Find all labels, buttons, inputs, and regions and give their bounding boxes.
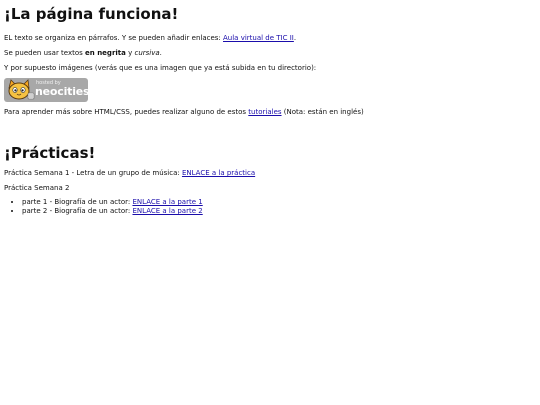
part2-text: parte 2 - Biografía de un actor: [22, 207, 133, 215]
aula-virtual-link[interactable]: Aula virtual de TIC II [223, 34, 294, 42]
tutoriales-link[interactable]: tutoriales [248, 108, 281, 116]
intro-text-end: . [293, 34, 297, 42]
intro-text: EL texto se organiza en párrafos. Y se p… [4, 34, 224, 42]
week2-paragraph: Práctica Semana 2 [4, 184, 70, 192]
styles-paragraph: Se pueden usar textos en negrita y cursi… [4, 49, 540, 58]
tutorials-paragraph: Para aprender más sobre HTML/CSS, puedes… [4, 108, 540, 117]
week1-practica-link[interactable]: ENLACE a la práctica [182, 169, 255, 177]
tutorials-text: Para aprender más sobre HTML/CSS, puedes… [4, 108, 249, 116]
styles-text: Se pueden usar textos [4, 49, 86, 57]
week1-text: Práctica Semana 1 - Letra de un grupo de… [4, 169, 182, 177]
part2-link[interactable]: ENLACE a la parte 2 [132, 207, 202, 215]
neocities-badge-image: hosted by neocities [4, 78, 88, 102]
italic-text: cursiva [134, 49, 160, 57]
intro-paragraph: EL texto se organiza en párrafos. Y se p… [4, 34, 540, 43]
part1-link[interactable]: ENLACE a la parte 1 [132, 198, 202, 206]
list-item: parte 1 - Biografía de un actor: ENLACE … [22, 198, 540, 207]
practicas-title: ¡Prácticas! [4, 144, 96, 162]
styles-text-end: . [159, 49, 162, 57]
bold-text: en negrita [85, 49, 126, 57]
images-paragraph: Y por supuesto imágenes (verás que es un… [4, 64, 317, 72]
tutorials-note: (Nota: están en inglés) [281, 108, 364, 116]
badge-brand-text: neocities [35, 85, 88, 98]
list-item: parte 2 - Biografía de un actor: ENLACE … [22, 207, 540, 216]
page-title: ¡La página funciona! [4, 5, 179, 23]
neocities-cat-icon [5, 79, 35, 102]
week1-paragraph: Práctica Semana 1 - Letra de un grupo de… [4, 169, 540, 178]
page-content: ¡La página funciona! EL texto se organiz… [0, 0, 540, 216]
part1-text: parte 1 - Biografía de un actor: [22, 198, 133, 206]
week2-list: parte 1 - Biografía de un actor: ENLACE … [4, 198, 540, 216]
